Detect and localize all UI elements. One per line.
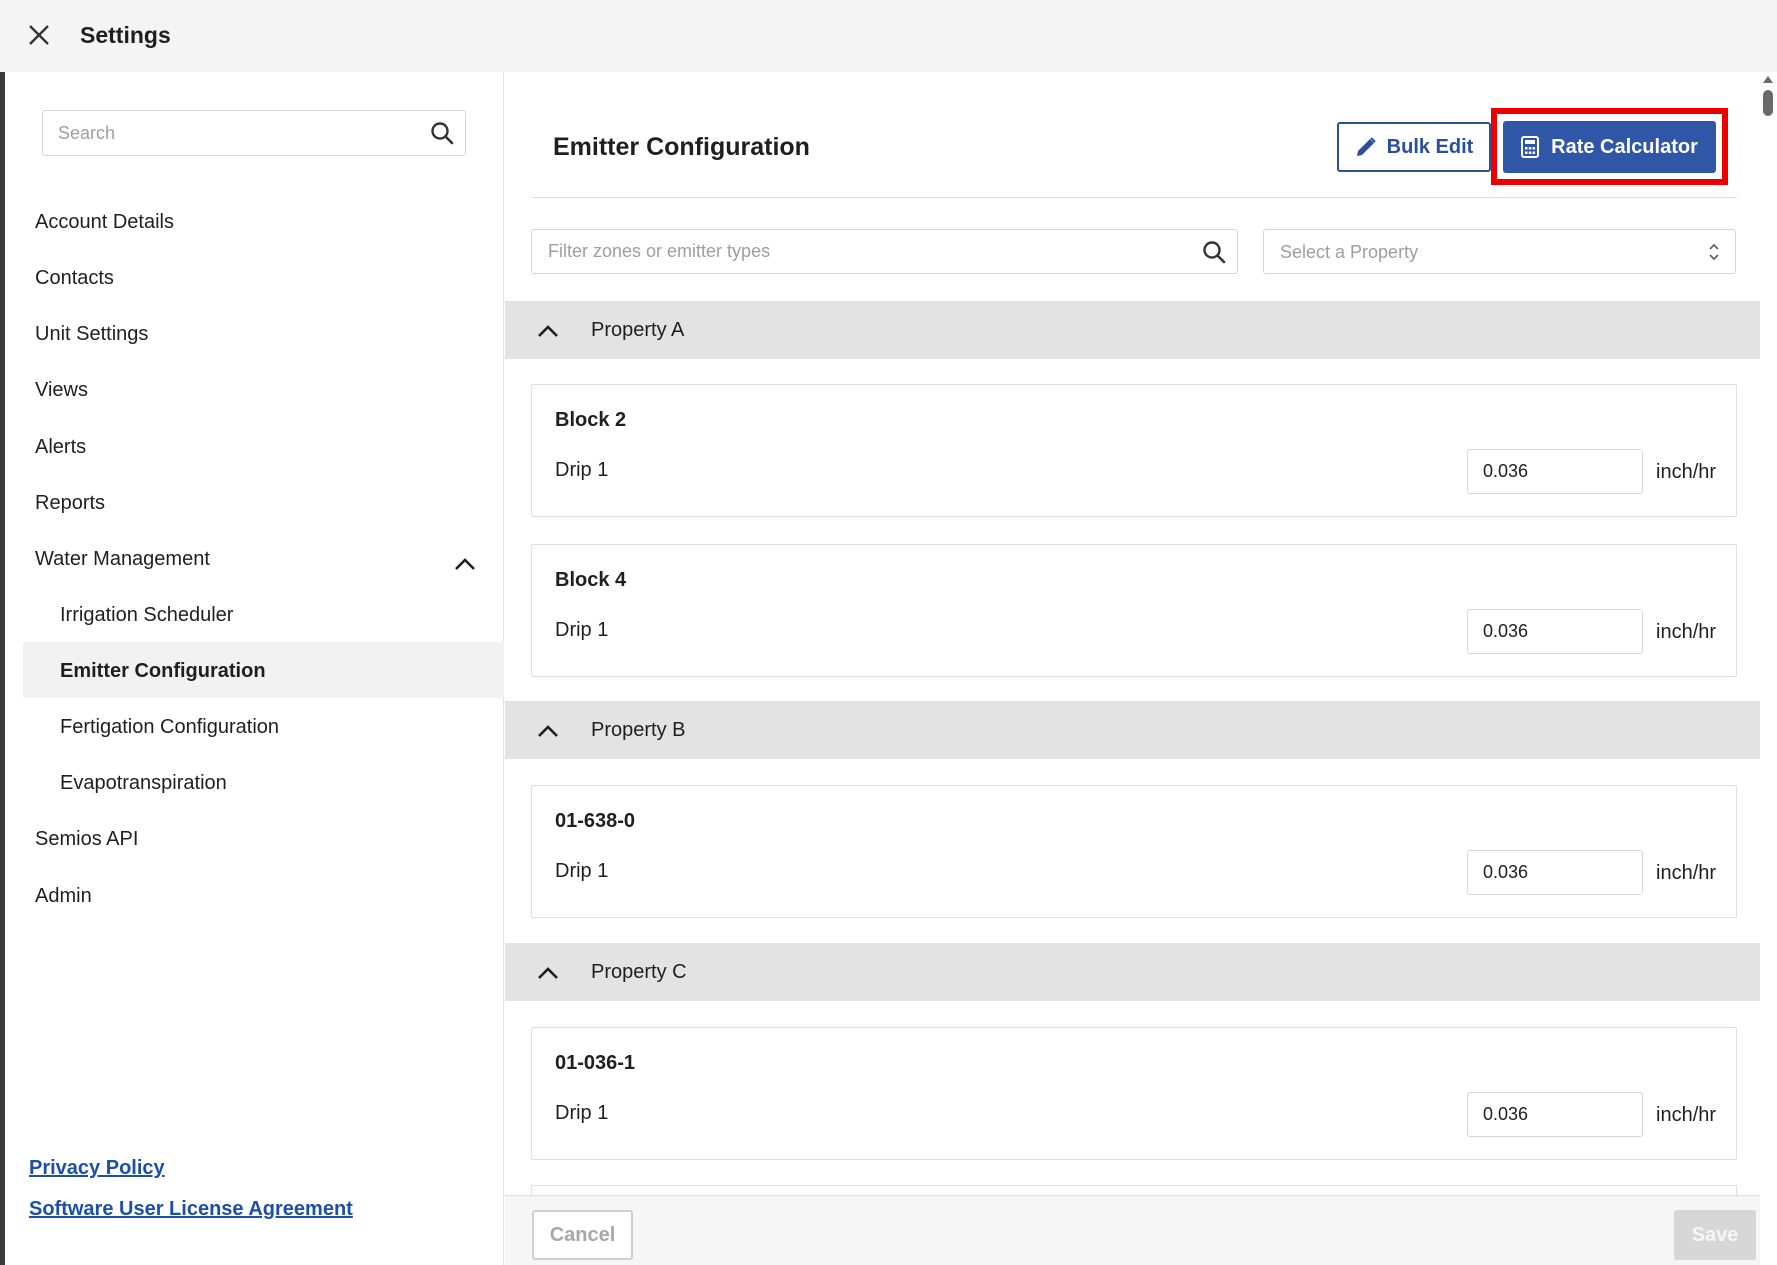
sidebar-item-water-management[interactable]: Water Management	[35, 545, 210, 573]
sidebar-search-input[interactable]	[43, 111, 423, 155]
bulk-edit-button[interactable]: Bulk Edit	[1337, 122, 1491, 172]
page-title: Emitter Configuration	[553, 133, 810, 161]
rate-calculator-button[interactable]: Rate Calculator	[1503, 121, 1716, 173]
sidebar-subitem-fertigation-configuration[interactable]: Fertigation Configuration	[60, 713, 279, 741]
sidebar-item-alerts[interactable]: Alerts	[35, 433, 86, 461]
close-button[interactable]	[24, 20, 54, 50]
block-name: 01-036-1	[555, 1052, 636, 1074]
sidebar-item-views[interactable]: Views	[35, 376, 88, 404]
rate-unit: inch/hr	[1656, 461, 1717, 483]
rate-unit: inch/hr	[1656, 621, 1717, 643]
pencil-icon	[1356, 137, 1376, 156]
privacy-policy-link[interactable]: Privacy Policy	[29, 1154, 165, 1182]
sort-arrows-icon	[1709, 243, 1719, 261]
sidebar-item-semios-api[interactable]: Semios API	[35, 825, 138, 853]
property-header-b[interactable]: Property B	[505, 701, 1760, 759]
rate-calculator-label: Rate Calculator	[1551, 135, 1698, 158]
sidebar-item-reports[interactable]: Reports	[35, 489, 105, 517]
main-content: Emitter Configuration Bulk Edit Rate Cal…	[505, 72, 1760, 1265]
block-card: 01-036-1 Drip 1 inch/hr	[531, 1027, 1737, 1160]
search-icon[interactable]	[1201, 239, 1227, 265]
header-title: Settings	[80, 22, 171, 48]
settings-header: Settings	[0, 0, 1777, 72]
chevron-up-icon	[538, 725, 558, 737]
sidebar-item-account-details[interactable]: Account Details	[35, 208, 174, 236]
cancel-button[interactable]: Cancel	[532, 1210, 633, 1260]
sidebar-subitem-irrigation-scheduler[interactable]: Irrigation Scheduler	[60, 601, 233, 629]
emitter-name: Drip 1	[555, 1102, 609, 1124]
scroll-thumb[interactable]	[1763, 90, 1773, 116]
rate-unit: inch/hr	[1656, 1104, 1717, 1126]
bulk-edit-label: Bulk Edit	[1386, 135, 1474, 158]
settings-window: Settings Account Details Contacts Unit S…	[0, 0, 1777, 1265]
sidebar-search	[42, 110, 466, 156]
property-header-a[interactable]: Property A	[505, 301, 1760, 359]
property-name: Property C	[591, 961, 687, 983]
close-icon	[29, 25, 49, 45]
window-edge	[0, 72, 5, 1265]
sidebar-item-contacts[interactable]: Contacts	[35, 264, 114, 292]
calculator-icon	[1521, 136, 1540, 158]
sidebar-subitem-emitter-configuration[interactable]: Emitter Configuration	[60, 657, 266, 685]
chevron-up-icon	[538, 967, 558, 979]
property-name: Property B	[591, 719, 686, 741]
chevron-up-icon	[538, 325, 558, 337]
property-header-c[interactable]: Property C	[505, 943, 1760, 1001]
block-name: 01-638-0	[555, 810, 636, 832]
rate-input[interactable]	[1467, 609, 1643, 654]
save-button[interactable]: Save	[1674, 1210, 1756, 1260]
scrollbar[interactable]	[1760, 72, 1777, 1265]
property-select[interactable]: Select a Property	[1263, 229, 1736, 274]
sidebar-item-unit-settings[interactable]: Unit Settings	[35, 320, 148, 348]
property-name: Property A	[591, 319, 685, 341]
search-icon[interactable]	[429, 120, 455, 146]
title-divider	[531, 197, 1737, 198]
license-agreement-link[interactable]: Software User License Agreement	[29, 1195, 353, 1223]
chevron-up-icon[interactable]	[452, 551, 478, 577]
scroll-up-arrow-icon[interactable]	[1763, 76, 1773, 83]
block-card: Block 2 Drip 1 inch/hr	[531, 384, 1737, 517]
rate-unit: inch/hr	[1656, 862, 1717, 884]
sidebar-subitem-evapotranspiration[interactable]: Evapotranspiration	[60, 769, 227, 797]
filter-box	[531, 229, 1238, 274]
block-card: 01-638-0 Drip 1 inch/hr	[531, 785, 1737, 918]
emitter-name: Drip 1	[555, 619, 609, 641]
action-footer: Cancel Save	[505, 1195, 1760, 1265]
emitter-name: Drip 1	[555, 860, 609, 882]
filter-input[interactable]	[532, 230, 1182, 273]
rate-input[interactable]	[1467, 449, 1643, 494]
rate-input[interactable]	[1467, 850, 1643, 895]
property-select-placeholder: Select a Property	[1280, 242, 1419, 262]
block-card: Block 4 Drip 1 inch/hr	[531, 544, 1737, 677]
sidebar-item-admin[interactable]: Admin	[35, 882, 92, 910]
block-name: Block 2	[555, 409, 627, 431]
block-name: Block 4	[555, 569, 627, 591]
emitter-name: Drip 1	[555, 459, 609, 481]
rate-input[interactable]	[1467, 1092, 1643, 1137]
sidebar: Account Details Contacts Unit Settings V…	[0, 72, 504, 1265]
